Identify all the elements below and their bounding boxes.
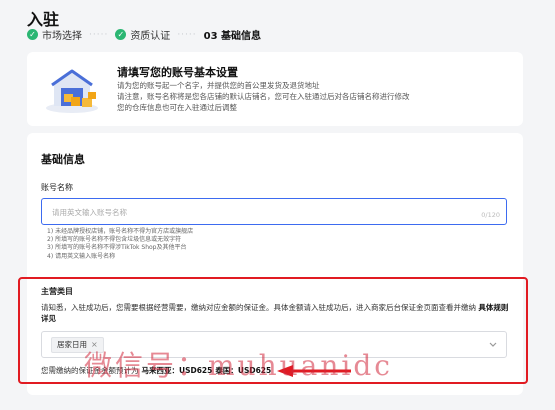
check-circle-icon: ✓: [27, 29, 38, 40]
intro-card: 请填写您的账号基本设置 请为您的账号起一个名字，并提供您的首公里发货及退货地址 …: [27, 52, 523, 126]
deposit-malaysia: 马来西亚：USD625: [141, 366, 213, 375]
intro-line: 请为您的账号起一个名字，并提供您的首公里发货及退货地址: [117, 81, 320, 90]
category-tag-label: 居家日用: [57, 340, 87, 349]
arrow-annotation-icon: [277, 365, 351, 377]
category-select[interactable]: 居家日用 ×: [41, 331, 507, 358]
step-market[interactable]: ✓ 市场选择: [27, 27, 82, 42]
category-label: 主营类目: [41, 287, 73, 296]
section-title: 基础信息: [41, 153, 85, 166]
step-basic-info: 03 基础信息: [204, 27, 261, 42]
rule-item: 3) 所填写的账号名称不得涉TikTok Shop及其他平台: [47, 244, 187, 252]
account-name-label: 账号名称: [41, 183, 73, 192]
chevron-down-icon[interactable]: [488, 339, 498, 349]
category-description: 请知悉，入驻成功后，您需要根据经营需要，缴纳对应金额的保证金。具体金额请入驻成功…: [41, 302, 511, 324]
step-divider: ·····: [177, 29, 197, 40]
warehouse-icon: [46, 69, 98, 113]
account-name-placeholder: 请用英文输入账号名称: [52, 208, 127, 217]
account-name-rules: 1) 未经品牌授权店铺，账号名称不得为官方店或旗舰店 2) 所填写的账号名称不得…: [47, 228, 193, 261]
step-divider: ·····: [89, 29, 109, 40]
deposit-estimate: 您需缴纳的保证金金额预计为 马来西亚：USD625 泰国：USD625: [41, 365, 271, 376]
account-name-input[interactable]: 请用英文输入账号名称 0/120: [41, 198, 507, 225]
rule-item: 4) 请用英文输入账号名称: [47, 252, 116, 260]
basic-info-card: 基础信息 账号名称 请用英文输入账号名称 0/120 1) 未经品牌授权店铺，账…: [27, 133, 523, 395]
deposit-thailand: 泰国：USD625: [215, 366, 272, 375]
category-tag: 居家日用 ×: [51, 337, 104, 353]
intro-description: 请为您的账号起一个名字，并提供您的首公里发货及退货地址 请注意，账号名称将是您各…: [117, 80, 507, 113]
step-label: 03 基础信息: [203, 31, 262, 42]
step-label: 市场选择: [42, 31, 82, 42]
step-qualification[interactable]: ✓ 资质认证: [115, 27, 170, 42]
deposit-prefix: 您需缴纳的保证金金额预计为: [41, 366, 139, 375]
intro-line: 请注意，账号名称将是您各店铺的默认店铺名，您可在入驻通过后对各店铺名称进行修改: [117, 92, 410, 101]
step-label: 资质认证: [130, 31, 171, 42]
char-counter: 0/120: [481, 211, 500, 219]
category-desc-text: 请知悉，入驻成功后，您需要根据经营需要，缴纳对应金额的保证金。具体金额请入驻成功…: [41, 303, 476, 312]
intro-title: 请填写您的账号基本设置: [117, 66, 238, 79]
check-circle-icon: ✓: [115, 29, 127, 40]
intro-line: 您的仓库信息也可在入驻通过后调整: [117, 103, 237, 112]
progress-steps: ✓ 市场选择 ····· ✓ 资质认证 ····· 03 基础信息: [27, 27, 261, 42]
rule-item: 1) 未经品牌授权店铺，账号名称不得为官方店或旗舰店: [47, 228, 194, 235]
close-icon[interactable]: ×: [91, 338, 98, 352]
